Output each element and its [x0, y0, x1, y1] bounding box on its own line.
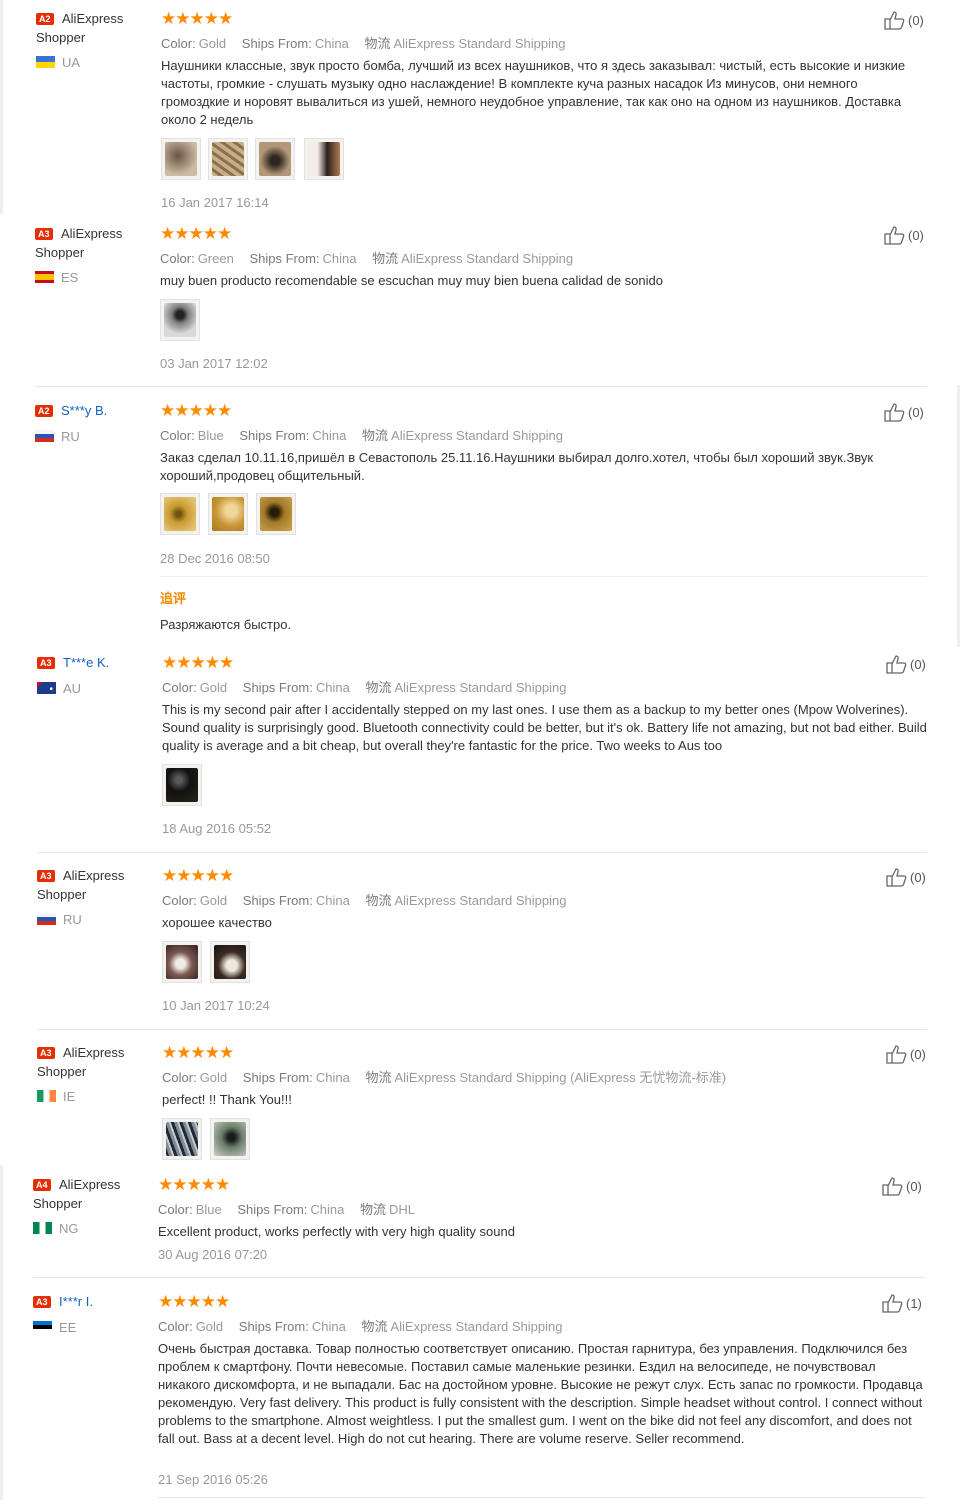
like-button[interactable]: (0) [882, 1176, 922, 1196]
review-meta: Color: Blue Ships From: China 物流 AliExpress… [160, 428, 564, 443]
reviewer-name: AliExpress Shopper [35, 226, 123, 260]
rating-stars: ★★★★★ [161, 9, 233, 28]
review-date: 21 Sep 2016 05:26 [158, 1472, 268, 1487]
flag-ng-icon [33, 1222, 52, 1234]
review-divider [37, 1029, 927, 1030]
review-meta: Color: Blue Ships From: China 物流 DHL [158, 1202, 416, 1217]
reviewer-name: AliExpress Shopper [37, 1045, 125, 1079]
reviewer-country: UA [36, 55, 80, 70]
reviewer-country: RU [37, 912, 82, 927]
review-photo[interactable] [160, 299, 200, 341]
review-meta: Color: Gold Ships From: China 物流 AliExpress… [158, 1319, 563, 1334]
review-meta: Color: Green Ships From: China 物流 AliExpres… [160, 251, 574, 266]
review-photo[interactable] [162, 941, 202, 983]
review-photo[interactable] [160, 493, 200, 535]
review-text: Очень быстрая доставка. Товар полностью … [158, 1341, 923, 1446]
flag-es-icon [35, 271, 54, 283]
review-meta: Color: Gold Ships From: China 物流 AliExpress… [162, 680, 567, 695]
flag-ua-icon [36, 56, 55, 68]
append-divider [160, 576, 927, 577]
left-edge-bar [0, 0, 3, 214]
review-date: 16 Jan 2017 16:14 [161, 195, 269, 210]
review-meta: Color: Gold Ships From: China 物流 AliExpress… [161, 36, 566, 51]
rating-stars: ★★★★★ [160, 224, 232, 243]
flag-au-icon [37, 682, 56, 694]
reviewer-country: RU [35, 429, 80, 444]
rating-stars: ★★★★★ [158, 1292, 230, 1311]
follow-up-review-title: 追评 [160, 591, 187, 606]
right-edge-bar [957, 385, 960, 647]
review-divider [37, 852, 927, 853]
reviewer-country: ES [35, 270, 78, 285]
rating-stars: ★★★★★ [162, 653, 234, 672]
flag-ru-icon [37, 913, 56, 925]
review-text: perfect! !! Thank You!!! [162, 1092, 292, 1107]
review-photo[interactable] [162, 764, 202, 806]
like-button[interactable]: (0) [884, 225, 924, 245]
like-button[interactable]: (0) [886, 867, 926, 887]
follow-up-review-text: Разряжаются быстро. [160, 617, 292, 632]
review-date: 30 Aug 2016 07:20 [158, 1247, 268, 1262]
thumbs-up-icon [886, 868, 907, 887]
rating-stars: ★★★★★ [162, 1043, 234, 1062]
rating-stars: ★★★★★ [158, 1175, 230, 1194]
left-edge-bar [0, 1165, 3, 1500]
review-divider [33, 1277, 925, 1278]
review-text: хорошее качество [162, 915, 272, 930]
review-date: 10 Jan 2017 10:24 [162, 998, 270, 1013]
review-photo[interactable] [255, 138, 295, 180]
reviewer-name: AliExpress Shopper [36, 11, 124, 45]
review-photo[interactable] [162, 1118, 202, 1160]
review-date: 18 Aug 2016 05:52 [162, 821, 272, 836]
review-meta: Color: Gold Ships From: China 物流 AliExpress… [162, 893, 567, 908]
review-text: Заказ сделал 10.11.16,пришёл в Севастопо… [160, 450, 874, 483]
thumbs-up-icon [884, 11, 905, 30]
flag-ie-icon [37, 1090, 56, 1102]
review-photo[interactable] [208, 493, 248, 535]
buyer-level-badge: A3 [33, 1296, 51, 1308]
thumbs-up-icon [884, 226, 905, 245]
reviewer-name: AliExpress Shopper [37, 868, 125, 902]
review-divider [35, 386, 927, 387]
review-photo[interactable] [256, 493, 296, 535]
buyer-level-badge: A2 [35, 405, 53, 417]
like-button[interactable]: (0) [886, 1044, 926, 1064]
thumbs-up-icon [886, 1045, 907, 1064]
thumbs-up-icon [882, 1294, 903, 1313]
review-photo[interactable] [210, 1118, 250, 1160]
rating-stars: ★★★★★ [162, 866, 234, 885]
review-photo[interactable] [208, 138, 248, 180]
like-button[interactable]: (0) [886, 654, 926, 674]
review-text: muy buen producto recomendable se escuch… [160, 273, 663, 288]
review-date: 03 Jan 2017 12:02 [160, 356, 268, 371]
reviewer-name[interactable]: I***r I. [59, 1292, 93, 1311]
review-text: Excellent product, works perfectly with … [158, 1224, 515, 1239]
review-divider [158, 1497, 925, 1498]
review-meta: Color: Gold Ships From: China 物流 AliExpress… [162, 1070, 727, 1085]
buyer-level-badge: A3 [37, 657, 55, 669]
rating-stars: ★★★★★ [160, 401, 232, 420]
review-photo[interactable] [304, 138, 344, 180]
thumbs-up-icon [884, 403, 905, 422]
reviewer-name: AliExpress Shopper [33, 1177, 121, 1211]
reviewer-country: AU [37, 681, 81, 696]
review-text: This is my second pair after I accidenta… [162, 702, 927, 753]
like-button[interactable]: (1) [882, 1293, 922, 1313]
reviewer-name[interactable]: T***e K. [63, 653, 109, 672]
reviewer-country: IE [37, 1089, 75, 1104]
like-button[interactable]: (0) [884, 10, 924, 30]
thumbs-up-icon [882, 1177, 903, 1196]
review-photo[interactable] [210, 941, 250, 983]
thumbs-up-icon [886, 655, 907, 674]
flag-ru-icon [35, 430, 54, 442]
review-text: Наушники классные, звук просто бомба, лу… [161, 58, 906, 127]
like-button[interactable]: (0) [884, 402, 924, 422]
review-photo[interactable] [161, 138, 201, 180]
reviewer-country: EE [33, 1320, 76, 1335]
reviewer-name[interactable]: S***y B. [61, 401, 107, 420]
review-date: 28 Dec 2016 08:50 [160, 551, 270, 566]
flag-ee-icon [33, 1321, 52, 1333]
reviewer-country: NG [33, 1221, 79, 1236]
